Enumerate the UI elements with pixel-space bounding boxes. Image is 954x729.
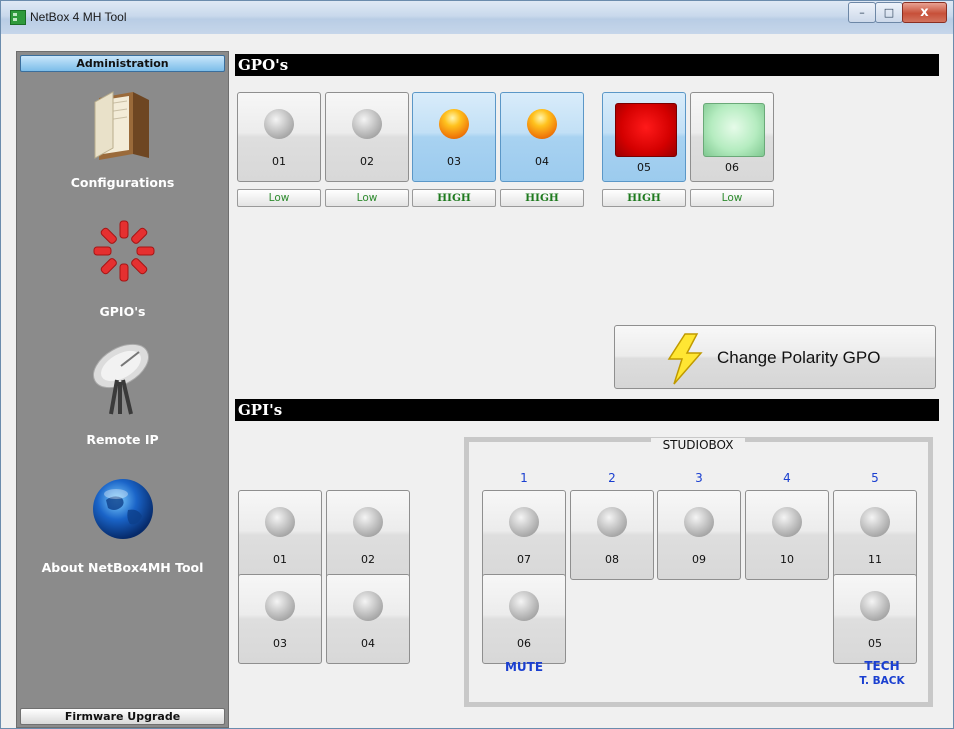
red-indicator-icon <box>615 103 677 157</box>
tile-number: 04 <box>361 637 375 650</box>
sidebar-item-label: Remote IP <box>86 432 159 447</box>
gpo-state-01: Low <box>237 189 321 207</box>
sidebar-item-gpios[interactable]: GPIO's <box>17 214 228 326</box>
studiobox-tile-09[interactable]: 09 <box>657 490 741 580</box>
tile-number: 06 <box>725 161 739 174</box>
led-off-icon <box>597 507 627 537</box>
led-off-icon <box>684 507 714 537</box>
led-on-icon <box>439 109 469 139</box>
tile-number: 09 <box>692 553 706 566</box>
satellite-dish-icon <box>93 343 149 415</box>
maximize-button[interactable]: □ <box>875 2 903 23</box>
studiobox-column-number: 5 <box>871 471 879 485</box>
led-off-icon <box>353 507 383 537</box>
book-icon <box>94 91 149 160</box>
gpo-state-06: Low <box>690 189 774 207</box>
tile-number: 02 <box>360 155 374 168</box>
gpi-tile-02[interactable]: 02 <box>326 490 410 580</box>
studiobox-tile-11[interactable]: 11 <box>833 490 917 580</box>
tile-number: 11 <box>868 553 882 566</box>
sidebar-item-label: About NetBox4MH Tool <box>41 560 204 575</box>
minimize-button[interactable]: – <box>848 2 876 23</box>
gpi-tile-01[interactable]: 01 <box>238 490 322 580</box>
studiobox-tile-tech[interactable]: 05 <box>833 574 917 664</box>
gpi-tile-04[interactable]: 04 <box>326 574 410 664</box>
sidebar: Administration Configurations GPIO's Rem… <box>16 51 229 728</box>
led-off-icon <box>352 109 382 139</box>
led-off-icon <box>772 507 802 537</box>
gpo-state-03: HIGH <box>412 189 496 207</box>
green-indicator-icon <box>703 103 765 157</box>
change-polarity-button[interactable]: Change Polarity GPO <box>614 325 936 389</box>
led-off-icon <box>265 507 295 537</box>
gpo-state-04: HIGH <box>500 189 584 207</box>
led-off-icon <box>860 507 890 537</box>
mute-label: MUTE <box>504 660 544 674</box>
gpo-tile-04[interactable]: 04 <box>500 92 584 182</box>
studiobox-column-number: 3 <box>695 471 703 485</box>
sidebar-item-configurations[interactable]: Configurations <box>17 88 228 198</box>
tile-number: 04 <box>535 155 549 168</box>
tile-number: 03 <box>447 155 461 168</box>
gpo-tile-06[interactable]: 06 <box>690 92 774 182</box>
led-off-icon <box>265 591 295 621</box>
led-off-icon <box>860 591 890 621</box>
led-off-icon <box>353 591 383 621</box>
gpo-tile-02[interactable]: 02 <box>325 92 409 182</box>
tech-sub-label: T. BACK <box>859 675 905 687</box>
studiobox-tile-10[interactable]: 10 <box>745 490 829 580</box>
studiobox-column-number: 4 <box>783 471 791 485</box>
studiobox-tile-mute[interactable]: 06 <box>482 574 566 664</box>
tile-number: 05 <box>637 161 651 174</box>
tile-number: 10 <box>780 553 794 566</box>
led-on-icon <box>527 109 557 139</box>
sidebar-item-remote-ip[interactable]: Remote IP <box>17 340 228 450</box>
caption-buttons: – □ x <box>848 2 947 23</box>
gpi-tile-03[interactable]: 03 <box>238 574 322 664</box>
led-off-icon <box>264 109 294 139</box>
administration-header[interactable]: Administration <box>20 55 225 72</box>
tile-number: 01 <box>273 553 287 566</box>
gpo-state-02: Low <box>325 189 409 207</box>
tile-number: 03 <box>273 637 287 650</box>
gpo-tile-05[interactable]: 05 <box>602 92 686 182</box>
app-window: NetBox 4 MH Tool – □ x Administration Co… <box>0 0 954 729</box>
gpo-tile-01[interactable]: 01 <box>237 92 321 182</box>
led-off-icon <box>509 591 539 621</box>
globe-icon <box>93 479 153 539</box>
studiobox-tile-07[interactable]: 07 <box>482 490 566 580</box>
close-button[interactable]: x <box>902 2 947 23</box>
sidebar-item-label: Configurations <box>70 175 175 190</box>
studiobox-tile-08[interactable]: 08 <box>570 490 654 580</box>
studiobox-column-number: 1 <box>520 471 528 485</box>
window-title: NetBox 4 MH Tool <box>30 10 127 24</box>
tile-number: 08 <box>605 553 619 566</box>
sidebar-item-label: GPIO's <box>99 304 146 319</box>
gpio-spinner-icon <box>93 220 155 282</box>
tile-number: 01 <box>272 155 286 168</box>
title-bar[interactable]: NetBox 4 MH Tool – □ x <box>1 1 953 34</box>
app-icon <box>10 10 26 25</box>
studiobox-title: STUDIOBOX <box>651 438 745 452</box>
change-polarity-label: Change Polarity GPO <box>717 348 881 367</box>
tile-number: 05 <box>868 637 882 650</box>
tile-number: 06 <box>517 637 531 650</box>
tile-number: 02 <box>361 553 375 566</box>
gpo-tile-03[interactable]: 03 <box>412 92 496 182</box>
firmware-upgrade-button[interactable]: Firmware Upgrade <box>20 708 225 725</box>
tech-label: TECH <box>864 659 900 673</box>
gpo-state-05: HIGH <box>602 189 686 207</box>
studiobox-column-number: 2 <box>608 471 616 485</box>
lightning-bolt-icon <box>667 333 703 385</box>
tile-number: 07 <box>517 553 531 566</box>
led-off-icon <box>509 507 539 537</box>
gpo-section-header: GPO's <box>235 54 939 76</box>
sidebar-item-about[interactable]: About NetBox4MH Tool <box>17 478 228 582</box>
gpi-section-header: GPI's <box>235 399 939 421</box>
